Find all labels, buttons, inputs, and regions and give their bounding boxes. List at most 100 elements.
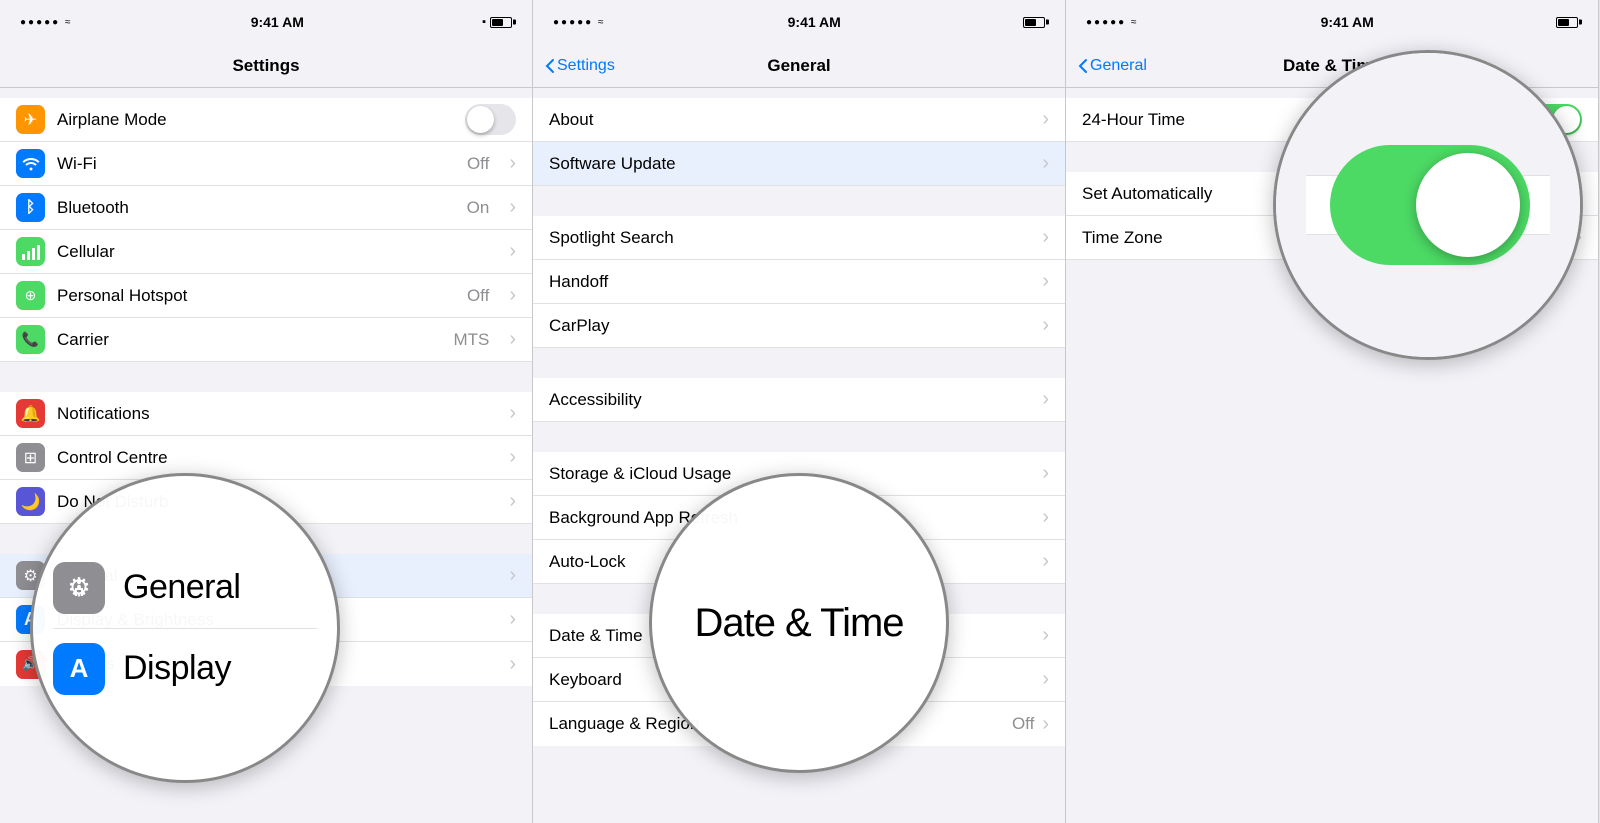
time-1: 9:41 AM — [251, 14, 304, 30]
row-carplay[interactable]: CarPlay — [533, 304, 1065, 348]
display-chevron — [505, 608, 516, 631]
battery-1: ▪ — [482, 16, 512, 28]
battery-3 — [1556, 17, 1578, 28]
zoom-general-icon: ⚙ — [53, 562, 105, 614]
software-update-chevron — [1038, 152, 1049, 175]
accessibility-label: Accessibility — [549, 390, 1038, 410]
time-2: 9:41 AM — [788, 14, 841, 30]
zoom-content-1: ⚙ General A Display — [33, 476, 337, 780]
wifi-icon — [16, 149, 45, 178]
carplay-chevron — [1038, 314, 1049, 337]
about-label: About — [549, 110, 1038, 130]
row-airplane-mode[interactable]: ✈ Airplane Mode — [0, 98, 532, 142]
nav-bar-general: Settings General — [533, 44, 1065, 88]
storage-chevron — [1038, 462, 1049, 485]
airplane-icon: ✈ — [16, 105, 45, 134]
software-update-label: Software Update — [549, 154, 1038, 174]
carrier-icon: 📞 — [16, 325, 45, 354]
row-about[interactable]: About — [533, 98, 1065, 142]
zoom-display-label: Display — [123, 649, 231, 688]
zoom-content-2: Date & Time — [652, 476, 946, 770]
notifications-label: Notifications — [57, 404, 493, 424]
carplay-label: CarPlay — [549, 316, 1038, 336]
nav-title-general: General — [767, 56, 830, 76]
about-chevron — [1038, 108, 1049, 131]
cellular-label: Cellular — [57, 242, 493, 262]
carrier-chevron — [505, 328, 516, 351]
panel-settings: ●●●●● ≈ 9:41 AM ▪ Settings ✈ Airplane Mo… — [0, 0, 533, 823]
back-to-settings[interactable]: Settings — [545, 57, 615, 75]
keyboard-chevron — [1038, 668, 1049, 691]
bluetooth-value: On — [467, 198, 490, 218]
row-wifi[interactable]: Wi-Fi Off — [0, 142, 532, 186]
status-bar-2: ●●●●● ≈ 9:41 AM — [533, 0, 1065, 44]
carrier-label: Carrier — [57, 330, 441, 350]
row-handoff[interactable]: Handoff — [533, 260, 1065, 304]
sounds-chevron — [505, 653, 516, 676]
row-software-update[interactable]: Software Update — [533, 142, 1065, 186]
zoom-circle-datetime: Date & Time — [649, 473, 949, 773]
zoom-circle-toggle — [1273, 50, 1583, 360]
back-label-settings: Settings — [557, 57, 615, 75]
time-3: 9:41 AM — [1321, 14, 1374, 30]
accessibility-chevron — [1038, 388, 1049, 411]
zoom-datetime-label: Date & Time — [694, 601, 903, 646]
hotspot-chevron — [505, 284, 516, 307]
battery-icon-3 — [1556, 17, 1578, 28]
signal-dots-1: ●●●●● ≈ — [20, 17, 72, 28]
controlcenter-label: Control Centre — [57, 448, 493, 468]
airplane-label: Airplane Mode — [57, 110, 453, 130]
wifi-label: Wi-Fi — [57, 154, 455, 174]
language-value: Off — [1012, 714, 1034, 734]
wifi-value: Off — [467, 154, 489, 174]
bluetooth-label: Bluetooth — [57, 198, 455, 218]
signal-dots-2: ●●●●● ≈ — [553, 17, 605, 28]
nav-bar-settings: Settings — [0, 44, 532, 88]
carrier-value: MTS — [453, 330, 489, 350]
row-notifications[interactable]: 🔔 Notifications — [0, 392, 532, 436]
cellular-chevron — [505, 240, 516, 263]
controlcenter-chevron — [505, 446, 516, 469]
row-cellular[interactable]: Cellular — [0, 230, 532, 274]
dnd-chevron — [505, 490, 516, 513]
handoff-label: Handoff — [549, 272, 1038, 292]
battery-2 — [1023, 17, 1045, 28]
bluetooth-icon: ᛒ — [16, 193, 45, 222]
status-bar-3: ●●●●● ≈ 9:41 AM — [1066, 0, 1598, 44]
battery-icon-2 — [1023, 17, 1045, 28]
zoom-circle-general: ⚙ General A Display — [30, 473, 340, 783]
row-accessibility[interactable]: Accessibility — [533, 378, 1065, 422]
handoff-chevron — [1038, 270, 1049, 293]
row-spotlight[interactable]: Spotlight Search — [533, 216, 1065, 260]
language-chevron — [1038, 713, 1049, 736]
back-label-general: General — [1090, 57, 1147, 75]
row-hotspot[interactable]: ⊕ Personal Hotspot Off — [0, 274, 532, 318]
airplane-toggle[interactable] — [465, 104, 516, 135]
autolock-chevron — [1038, 550, 1049, 573]
row-bluetooth[interactable]: ᛒ Bluetooth On — [0, 186, 532, 230]
wifi-chevron — [505, 152, 516, 175]
toggle-knob-airplane — [467, 106, 494, 133]
back-to-general[interactable]: General — [1078, 57, 1147, 75]
zoom-toggle-knob — [1416, 153, 1520, 257]
row-controlcenter[interactable]: ⊞ Control Centre — [0, 436, 532, 480]
zoom-display-icon: A — [53, 643, 105, 695]
zoom-content-3 — [1276, 53, 1580, 357]
controlcenter-icon: ⊞ — [16, 443, 45, 472]
zoom-row-display: A Display — [53, 629, 317, 709]
notifications-chevron — [505, 402, 516, 425]
cellular-icon — [16, 237, 45, 266]
signal-dots-3: ●●●●● ≈ — [1086, 17, 1138, 28]
zoom-row-general: ⚙ General — [53, 548, 317, 629]
zoom-general-label: General — [123, 568, 240, 607]
row-carrier[interactable]: 📞 Carrier MTS — [0, 318, 532, 362]
status-bar-1: ●●●●● ≈ 9:41 AM ▪ — [0, 0, 532, 44]
dnd-icon: 🌙 — [16, 487, 45, 516]
notifications-icon: 🔔 — [16, 399, 45, 428]
panel-general: ●●●●● ≈ 9:41 AM Settings General About S… — [533, 0, 1066, 823]
hotspot-icon: ⊕ — [16, 281, 45, 310]
spotlight-label: Spotlight Search — [549, 228, 1038, 248]
spotlight-chevron — [1038, 226, 1049, 249]
zoom-toggle[interactable] — [1330, 145, 1530, 265]
panel-datetime: ●●●●● ≈ 9:41 AM General Date & Time 24-H… — [1066, 0, 1599, 823]
